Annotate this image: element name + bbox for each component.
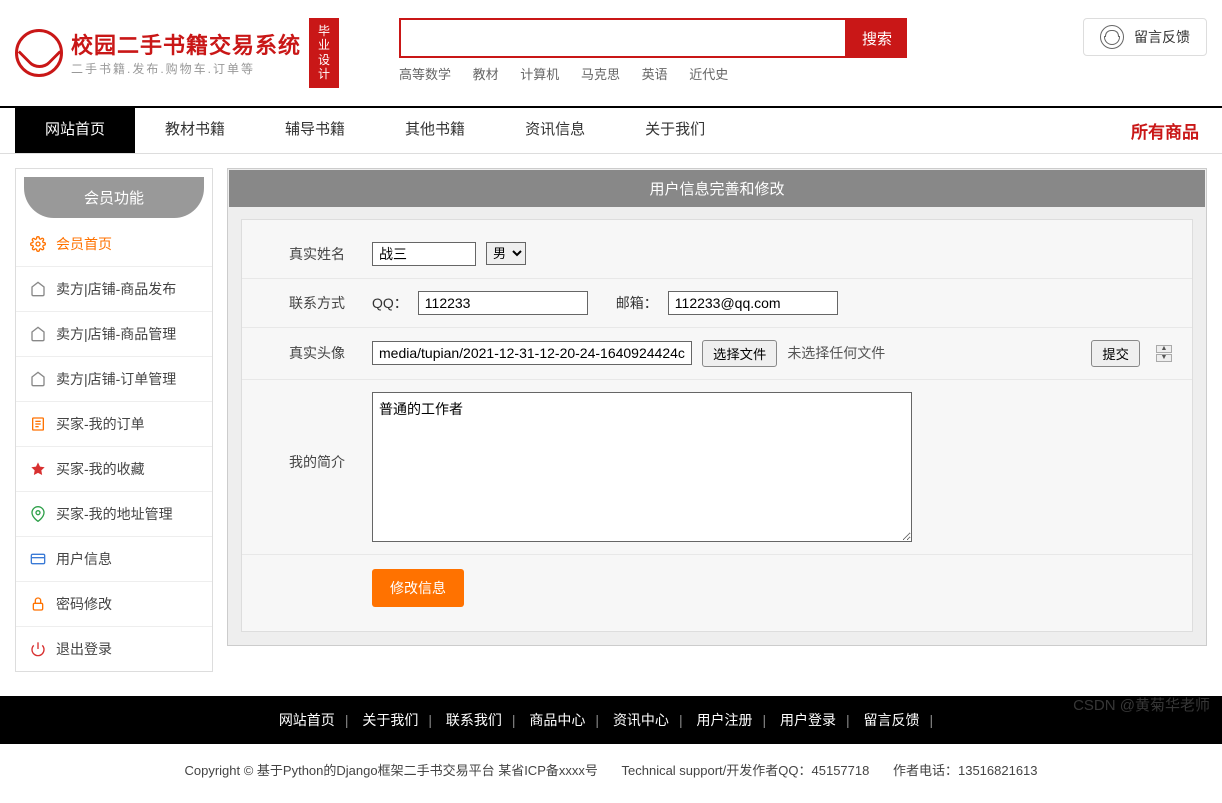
nav-all-products[interactable]: 所有商品	[1123, 108, 1207, 153]
lock-icon	[30, 596, 46, 612]
avatar-submit-button[interactable]: 提交	[1091, 340, 1140, 367]
list-icon	[30, 416, 46, 432]
star-icon	[30, 461, 46, 477]
search-tag[interactable]: 计算机	[520, 67, 559, 82]
label-realname: 真实姓名	[262, 244, 372, 264]
qq-input[interactable]	[418, 291, 588, 315]
main-title: 用户信息完善和修改	[229, 170, 1205, 207]
footer-link[interactable]: 关于我们	[362, 712, 418, 728]
footer-link[interactable]: 用户注册	[696, 712, 752, 728]
sidebar-item-label: 退出登录	[56, 639, 112, 659]
nav-other[interactable]: 其他书籍	[375, 108, 495, 153]
sidebar-item-logout[interactable]: 退出登录	[16, 627, 212, 671]
choose-file-button[interactable]: 选择文件	[702, 340, 777, 367]
sidebar-title: 会员功能	[24, 177, 204, 218]
footer-link[interactable]: 商品中心	[529, 712, 585, 728]
gender-select[interactable]: 男	[486, 242, 526, 265]
sidebar: 会员功能 会员首页 卖方|店铺-商品发布 卖方|店铺-商品管理 卖方|店铺-订单…	[15, 168, 213, 672]
nav-news[interactable]: 资讯信息	[495, 108, 615, 153]
main-panel: 用户信息完善和修改 真实姓名 男 联系方式 QQ： 邮箱： 真实头像	[227, 168, 1207, 646]
footer-nav: 网站首页| 关于我们| 联系我们| 商品中心| 资讯中心| 用户注册| 用户登录…	[0, 696, 1222, 744]
search-tag[interactable]: 近代史	[689, 67, 728, 82]
sidebar-item-seller-manage[interactable]: 卖方|店铺-商品管理	[16, 312, 212, 357]
logo-icon	[15, 29, 63, 77]
footer-link[interactable]: 资讯中心	[613, 712, 669, 728]
number-stepper[interactable]: ▲ ▼	[1156, 345, 1172, 362]
site-title: 校园二手书籍交易系统	[71, 28, 301, 60]
label-avatar: 真实头像	[262, 343, 372, 363]
search-tag[interactable]: 高等数学	[399, 67, 451, 82]
email-input[interactable]	[668, 291, 838, 315]
sidebar-item-password[interactable]: 密码修改	[16, 582, 212, 627]
nav-textbook[interactable]: 教材书籍	[135, 108, 255, 153]
file-status: 未选择任何文件	[787, 343, 885, 363]
sidebar-item-buyer-orders[interactable]: 买家-我的订单	[16, 402, 212, 447]
main-nav: 网站首页 教材书籍 辅导书籍 其他书籍 资讯信息 关于我们 所有商品	[0, 106, 1222, 154]
footer-info: Copyright © 基于Python的Django框架二手书交易平台 某省I…	[0, 744, 1222, 803]
sidebar-item-label: 买家-我的地址管理	[56, 504, 173, 524]
bio-textarea[interactable]: 普通的工作者	[372, 392, 912, 542]
nav-about[interactable]: 关于我们	[615, 108, 735, 153]
search-tags: 高等数学 教材 计算机 马克思 英语 近代史	[399, 64, 907, 83]
sidebar-item-label: 卖方|店铺-商品发布	[56, 279, 176, 299]
sidebar-item-user-info[interactable]: 用户信息	[16, 537, 212, 582]
chevron-down-icon[interactable]: ▼	[1156, 354, 1172, 362]
power-icon	[30, 641, 46, 657]
label-bio: 我的简介	[262, 392, 372, 472]
realname-input[interactable]	[372, 242, 476, 266]
sidebar-item-buyer-address[interactable]: 买家-我的地址管理	[16, 492, 212, 537]
sidebar-item-label: 会员首页	[56, 234, 112, 254]
footer-link[interactable]: 联系我们	[446, 712, 502, 728]
sidebar-item-seller-orders[interactable]: 卖方|店铺-订单管理	[16, 357, 212, 402]
sidebar-item-label: 卖方|店铺-订单管理	[56, 369, 176, 389]
nav-tutoring[interactable]: 辅导书籍	[255, 108, 375, 153]
copyright: Copyright © 基于Python的Django框架二手书交易平台 某省I…	[184, 763, 597, 778]
home-icon	[30, 326, 46, 342]
qq-label: QQ：	[372, 293, 408, 313]
sidebar-item-label: 买家-我的收藏	[56, 459, 145, 479]
sidebar-item-seller-publish[interactable]: 卖方|店铺-商品发布	[16, 267, 212, 312]
sidebar-item-label: 卖方|店铺-商品管理	[56, 324, 176, 344]
headset-icon	[1100, 25, 1124, 49]
home-icon	[30, 281, 46, 297]
search-button[interactable]: 搜索	[847, 18, 907, 58]
author-phone: 作者电话：13516821613	[893, 763, 1038, 778]
label-contact: 联系方式	[262, 293, 372, 313]
footer-link[interactable]: 网站首页	[279, 712, 335, 728]
footer-link[interactable]: 留言反馈	[864, 712, 920, 728]
search-tag[interactable]: 马克思	[581, 67, 620, 82]
site-subtitle: 二手书籍.发布.购物车.订单等	[71, 60, 301, 77]
gear-icon	[30, 236, 46, 252]
mail-label: 邮箱：	[616, 293, 658, 313]
home-icon	[30, 371, 46, 387]
search-tag[interactable]: 教材	[473, 67, 499, 82]
location-icon	[30, 506, 46, 522]
submit-button[interactable]: 修改信息	[372, 569, 464, 607]
sidebar-item-member-home[interactable]: 会员首页	[16, 222, 212, 267]
chevron-up-icon[interactable]: ▲	[1156, 345, 1172, 353]
logo[interactable]: 校园二手书籍交易系统 二手书籍.发布.购物车.订单等 毕业 设计	[15, 18, 339, 88]
sidebar-item-buyer-favorites[interactable]: 买家-我的收藏	[16, 447, 212, 492]
search-input[interactable]	[399, 18, 847, 58]
sidebar-item-label: 用户信息	[56, 549, 112, 569]
avatar-path-input[interactable]	[372, 341, 692, 365]
search-tag[interactable]: 英语	[642, 67, 668, 82]
card-icon	[30, 551, 46, 567]
feedback-label: 留言反馈	[1134, 27, 1190, 47]
sidebar-item-label: 密码修改	[56, 594, 112, 614]
feedback-button[interactable]: 留言反馈	[1083, 18, 1207, 56]
tech-support: Technical support/开发作者QQ：45157718	[622, 763, 870, 778]
sidebar-item-label: 买家-我的订单	[56, 414, 145, 434]
logo-badge: 毕业 设计	[309, 18, 339, 88]
footer-link[interactable]: 用户登录	[780, 712, 836, 728]
nav-home[interactable]: 网站首页	[15, 108, 135, 153]
